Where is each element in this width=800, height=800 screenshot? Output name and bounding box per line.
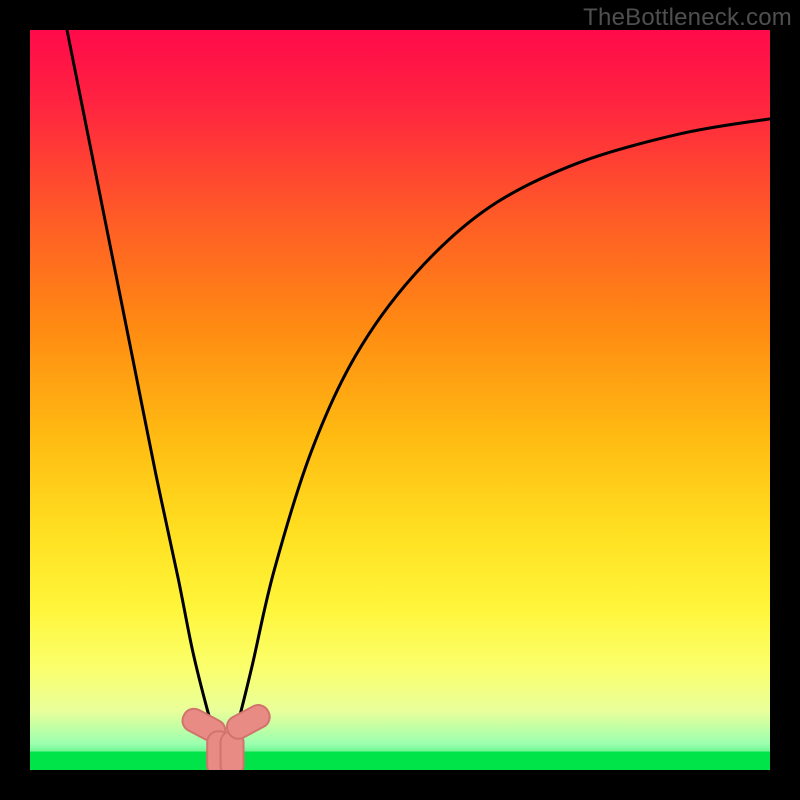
green-band (30, 752, 770, 771)
chart-frame: TheBottleneck.com (0, 0, 800, 800)
watermark-label: TheBottleneck.com (583, 4, 792, 32)
plot-area (30, 30, 770, 770)
chart-svg (30, 30, 770, 770)
